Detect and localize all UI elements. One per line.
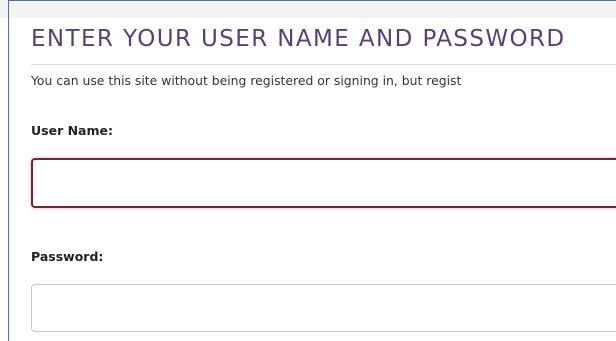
- page-title: ENTER YOUR USER NAME AND PASSWORD: [31, 26, 566, 52]
- title-divider: [31, 64, 616, 65]
- username-input[interactable]: [31, 158, 616, 208]
- password-label: Password:: [31, 249, 104, 264]
- password-input[interactable]: [31, 284, 616, 332]
- username-label: User Name:: [31, 123, 113, 138]
- intro-text: You can use this site without being regi…: [31, 73, 462, 88]
